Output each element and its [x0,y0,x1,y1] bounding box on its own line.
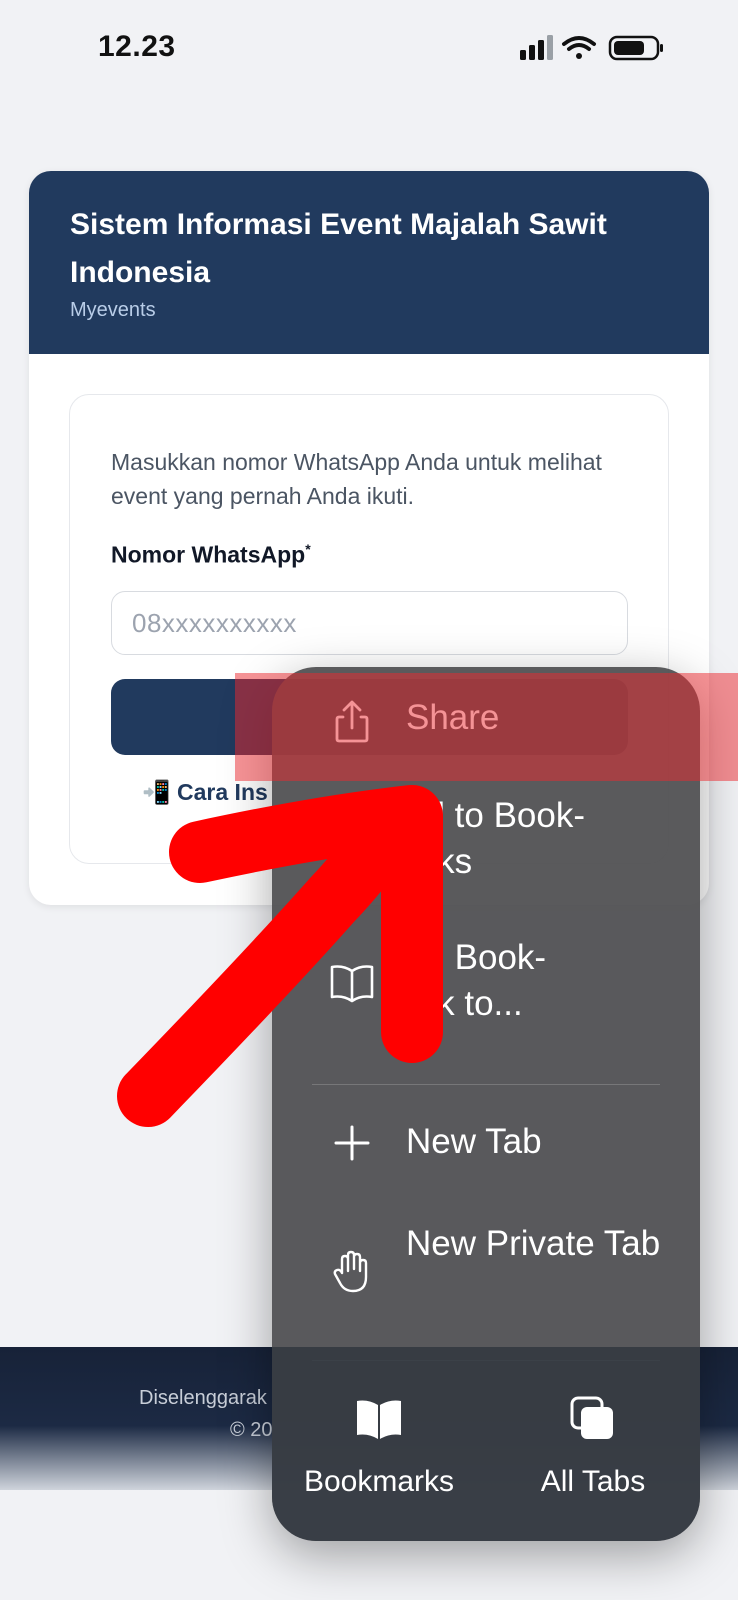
share-highlight-overlay [235,673,738,781]
footer-copyright: © 20 [230,1419,273,1441]
bookmarks-button[interactable]: Bookmarks [272,1347,486,1541]
signal-icon [520,35,553,60]
card-header: Sistem Informasi Event Majalah Sawit Ind… [29,171,709,354]
tabs-icon [570,1396,613,1439]
menu-label-new-private-tab: New Private Tab [406,1224,661,1263]
field-label-text: Nomor WhatsApp [111,541,306,568]
status-bar: 12.23 [0,0,738,100]
all-tabs-label: All Tabs [540,1465,646,1498]
whatsapp-field-label: Nomor WhatsApp* [111,541,311,569]
book-icon [330,965,374,1003]
menu-item-add-to-bookmarks[interactable]: dd to Book- arks [272,775,700,915]
required-mark: * [305,541,311,557]
status-icons [520,35,663,61]
battery-icon [608,35,663,61]
intro-text: Masukkan nomor WhatsApp Anda untuk melih… [111,449,602,509]
menu-bottom-bar: Bookmarks All Tabs [272,1347,700,1541]
bookmarks-book-icon [357,1400,401,1439]
menu-item-new-private-tab[interactable]: New Private Tab [272,1197,700,1337]
all-tabs-button[interactable]: All Tabs [486,1347,700,1541]
page-subtitle: Myevents [70,299,156,321]
browser-context-menu: Share dd to Book- arks dd Book- ark to..… [272,667,700,1541]
page-title: Sistem Informasi Event Majalah Sawit Ind… [70,208,607,289]
plus-icon [334,1125,370,1161]
menu-label-add-bookmarks: dd to Book- arks [406,796,585,881]
menu-item-new-tab[interactable]: New Tab [272,1085,700,1197]
footer-organizer: Diselenggarak [139,1387,267,1409]
whatsapp-input[interactable] [111,591,628,655]
bookmarks-label: Bookmarks [303,1465,455,1498]
status-time: 12.23 [98,30,176,63]
menu-label-new-tab: New Tab [406,1122,542,1161]
menu-label-add-bookmark-to: dd Book- ark to... [406,938,547,1023]
wifi-icon [562,36,596,59]
hand-icon [333,1250,368,1293]
menu-item-add-bookmark-to[interactable]: dd Book- ark to... [272,915,700,1060]
install-guide-link[interactable]: 📲 Cara Ins [142,779,268,806]
